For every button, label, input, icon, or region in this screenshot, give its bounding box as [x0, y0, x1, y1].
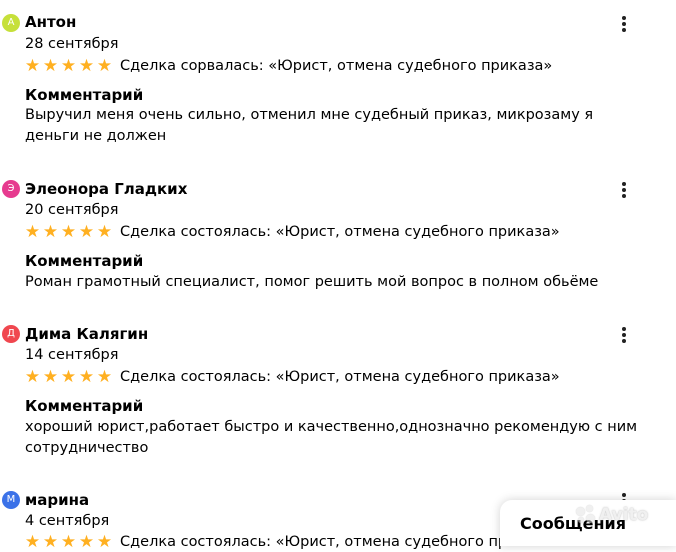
reviewer-name[interactable]: марина [25, 491, 89, 509]
star-rating: ★ ★ ★ ★ ★ [24, 223, 113, 241]
deal-status: Сделка состоялась: «Юрист, отмена судебн… [120, 369, 560, 385]
star-icon: ★ [60, 222, 77, 242]
star-icon: ★ [60, 56, 77, 76]
rating-row: ★ ★ ★ ★ ★ Сделка сорвалась: «Юрист, отмена с… [24, 56, 552, 76]
comment-label: Комментарий [25, 397, 144, 415]
star-icon: ★ [78, 222, 95, 242]
deal-status: Сделка состоялась: «Юрист, отмена судебн… [120, 534, 560, 550]
star-icon: ★ [60, 367, 77, 387]
avito-watermark: Avito [576, 500, 668, 530]
reviewer-name[interactable]: Антон [25, 13, 76, 31]
comment-label: Комментарий [25, 86, 144, 104]
review-date: 28 сентября [25, 36, 119, 52]
star-icon: ★ [42, 532, 59, 552]
star-icon: ★ [24, 56, 41, 76]
star-icon: ★ [60, 532, 77, 552]
star-icon: ★ [78, 367, 95, 387]
star-icon: ★ [42, 367, 59, 387]
more-options-icon[interactable] [614, 180, 634, 200]
review-date: 4 сентября [25, 513, 110, 529]
star-icon: ★ [42, 56, 59, 76]
avatar[interactable]: А [2, 14, 20, 32]
review-date: 20 сентября [25, 202, 119, 218]
star-icon: ★ [78, 56, 95, 76]
reviewer-name[interactable]: Дима Калягин [25, 325, 148, 343]
deal-status: Сделка состоялась: «Юрист, отмена судебн… [120, 224, 560, 240]
avatar[interactable]: М [2, 491, 20, 509]
star-icon: ★ [96, 56, 113, 76]
star-icon: ★ [96, 532, 113, 552]
star-rating: ★ ★ ★ ★ ★ [24, 57, 113, 75]
star-rating: ★ ★ ★ ★ ★ [24, 533, 113, 551]
star-icon: ★ [96, 367, 113, 387]
star-icon: ★ [24, 222, 41, 242]
star-icon: ★ [96, 222, 113, 242]
rating-row: ★ ★ ★ ★ ★ Сделка состоялась: «Юрист, отмена … [24, 532, 560, 552]
deal-status: Сделка сорвалась: «Юрист, отмена судебно… [120, 58, 553, 74]
more-options-icon[interactable] [614, 325, 634, 345]
rating-row: ★ ★ ★ ★ ★ Сделка состоялась: «Юрист, отмена … [24, 222, 560, 242]
comment-text: хороший юрист,работает быстро и качестве… [25, 419, 638, 456]
reviewer-name[interactable]: Элеонора Гладких [25, 180, 187, 198]
star-icon: ★ [78, 532, 95, 552]
avito-logo-icon [576, 505, 596, 525]
star-icon: ★ [42, 222, 59, 242]
avatar[interactable]: Э [2, 180, 20, 198]
watermark-text: Avito [599, 505, 649, 525]
comment-text: Роман грамотный специалист, помог решить… [25, 274, 599, 290]
star-icon: ★ [24, 532, 41, 552]
star-icon: ★ [24, 367, 41, 387]
avatar[interactable]: Д [2, 325, 20, 343]
comment-text: Выручил меня очень сильно, отменил мне с… [25, 107, 594, 144]
rating-row: ★ ★ ★ ★ ★ Сделка состоялась: «Юрист, отмена … [24, 367, 560, 387]
more-options-icon[interactable] [614, 14, 634, 34]
star-rating: ★ ★ ★ ★ ★ [24, 368, 113, 386]
review-date: 14 сентября [25, 347, 119, 363]
comment-label: Комментарий [25, 252, 144, 270]
